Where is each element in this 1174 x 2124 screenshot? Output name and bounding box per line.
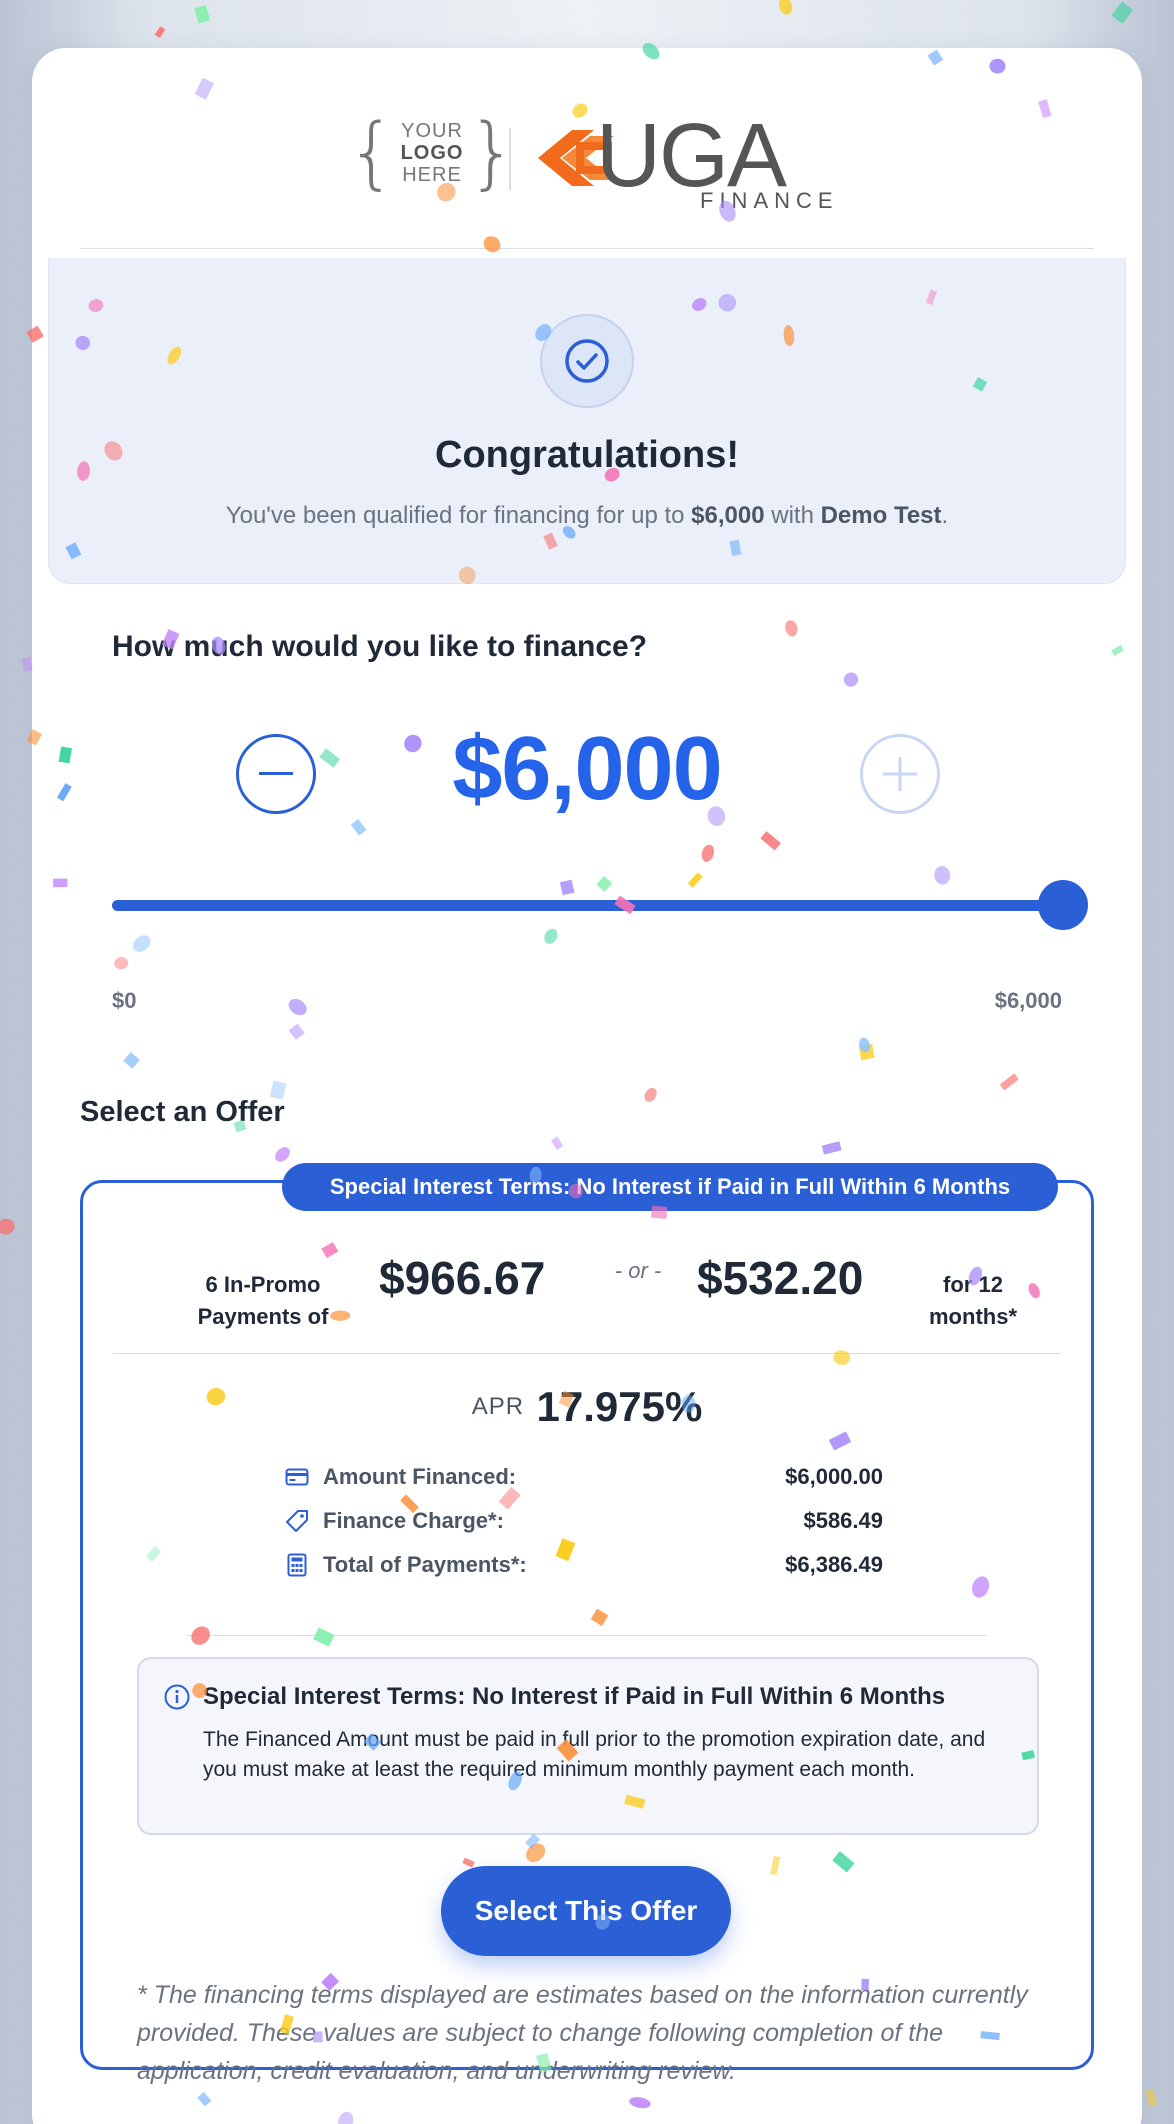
details-divider — [187, 1635, 987, 1636]
tag-icon — [283, 1507, 311, 1535]
congrats-title: Congratulations! — [435, 434, 739, 476]
check-circle-icon — [540, 314, 634, 408]
detail-row-amount-financed: Amount Financed: $6,000.00 — [283, 1460, 883, 1494]
amount-slider-track[interactable] — [112, 900, 1074, 911]
offer-divider — [113, 1353, 1061, 1354]
detail-row-total-payments: Total of Payments*: $6,386.49 — [283, 1548, 883, 1582]
promo-info-box: Special Interest Terms: No Interest if P… — [137, 1657, 1039, 1835]
uga-finance-logo: UGA FINANCE — [532, 106, 852, 216]
congrats-panel: Congratulations! You've been qualified f… — [48, 258, 1126, 584]
promo-payments-label: 6 In-Promo Payments of — [197, 1272, 329, 1329]
terms-footnote: * The financing terms displayed are esti… — [137, 1981, 1028, 2085]
credit-card-icon — [283, 1463, 311, 1491]
promo-badge: Special Interest Terms: No Interest if P… — [282, 1163, 1058, 1211]
slider-min-label: $0 — [112, 988, 137, 1013]
monthly-payment-amount: $532.20 — [697, 1252, 864, 1304]
offers-section-title: Select an Offer — [80, 1096, 285, 1128]
promo-info-title: Special Interest Terms: No Interest if P… — [203, 1683, 946, 1710]
slider-max-label: $6,000 — [994, 988, 1062, 1013]
finance-question: How much would you like to finance? — [112, 630, 648, 663]
main-card: { YOUR LOGO HERE } UGA FINANCE Congratul… — [32, 48, 1142, 2124]
calculator-icon — [283, 1551, 311, 1579]
confetti-piece — [779, 0, 793, 15]
apr-label: APR — [471, 1393, 525, 1420]
or-separator: - or - — [614, 1258, 662, 1283]
monthly-payment-label: for 12 months* — [929, 1272, 1017, 1329]
apr-row: APR 17.975% — [83, 1383, 1091, 1431]
logo-divider — [509, 128, 511, 190]
header-logos: { YOUR LOGO HERE } UGA FINANCE — [32, 48, 1142, 213]
brand-subname: FINANCE — [700, 188, 839, 213]
detail-row-finance-charge: Finance Charge*: $586.49 — [283, 1504, 883, 1538]
your-logo-placeholder: { YOUR LOGO HERE } — [346, 108, 518, 198]
info-icon — [163, 1683, 191, 1711]
plus-icon — [883, 757, 917, 791]
confetti-piece — [1111, 1, 1134, 24]
confetti-piece — [21, 657, 33, 672]
offer-card[interactable]: Special Interest Terms: No Interest if P… — [80, 1163, 1094, 2085]
amount-slider-thumb[interactable] — [1038, 880, 1088, 930]
increase-amount-button[interactable] — [860, 734, 940, 814]
confetti-piece — [194, 4, 211, 24]
promo-payment-amount: $966.67 — [379, 1252, 546, 1304]
apr-value: 17.975% — [536, 1383, 703, 1430]
confetti-piece — [0, 1218, 15, 1235]
select-offer-button[interactable]: Select This Offer — [441, 1866, 731, 1956]
confetti-piece — [154, 26, 166, 39]
confetti-piece — [1145, 2088, 1158, 2107]
header-divider — [80, 248, 1094, 249]
promo-info-body: The Financed Amount must be paid in full… — [203, 1728, 986, 1781]
congrats-subtitle: You've been qualified for financing for … — [225, 502, 949, 529]
finance-amount: $6,000 — [452, 719, 722, 819]
